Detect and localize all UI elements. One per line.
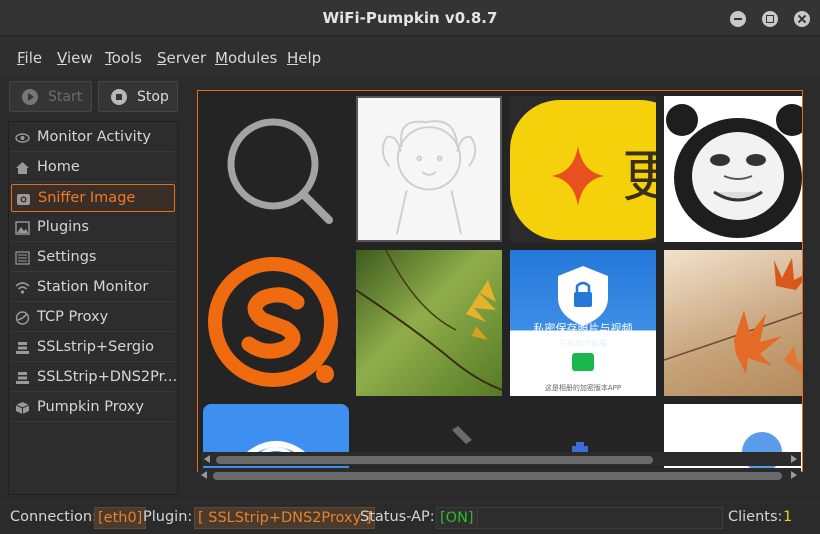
start-label: Start [48, 89, 83, 105]
captured-image-orange-logo[interactable] [203, 250, 349, 396]
captured-image-cartoon[interactable] [356, 96, 502, 242]
captured-image-yellow-app[interactable]: 更 [510, 96, 656, 242]
minimize-icon[interactable] [730, 11, 746, 27]
scroll-left-icon[interactable] [204, 455, 210, 463]
status-ap-value: [ON] [436, 507, 478, 529]
sidebar-item-plugins[interactable]: Plugins [11, 214, 175, 242]
sidebar: Monitor Activity Home Sniffer Image Plug… [8, 121, 178, 495]
home-icon [15, 161, 30, 175]
app-footer: 这是相册的加密版本APP [545, 383, 621, 392]
proxy-icon [15, 311, 30, 325]
server-icon [15, 341, 30, 355]
wifi-icon [15, 281, 30, 295]
sidebar-item-sslstrip-dns2proxy[interactable]: SSLStrip+DNS2Pr... [11, 364, 177, 392]
close-icon[interactable] [794, 11, 810, 27]
menu-bar: File View Tools Server Modules Help [0, 37, 820, 77]
app-title: 私密保存照片与视频 [534, 321, 633, 335]
stop-label: Stop [137, 89, 169, 105]
connection-label: Connection: [10, 509, 97, 525]
title-bar: WiFi-Pumpkin v0.8.7 [0, 0, 820, 36]
connection-value: [eth0] [94, 507, 147, 529]
sidebar-item-home[interactable]: Home [11, 154, 175, 182]
app-char: 更 [622, 145, 656, 210]
cube-icon [15, 401, 30, 415]
menu-modules[interactable]: Modules [215, 49, 277, 67]
menu-view[interactable]: View [57, 49, 93, 67]
clients-label: Clients: [728, 509, 783, 525]
scroll-thumb[interactable] [213, 472, 782, 480]
viewer-scrollbar-inner[interactable] [201, 452, 801, 466]
scroll-left-icon[interactable] [201, 471, 207, 479]
plugin-label: Plugin: [143, 509, 193, 525]
play-icon [22, 89, 38, 105]
sniffer-image-viewer: 更 私密保存照片与视频只有你才能看这是相册的加密版本APP [197, 90, 803, 472]
server-icon [15, 371, 30, 385]
maximize-icon[interactable] [762, 11, 778, 27]
menu-tools[interactable]: Tools [105, 49, 142, 67]
eye-icon [15, 131, 30, 145]
status-ap-label: Status-AP: [360, 509, 435, 525]
menu-file[interactable]: File [17, 49, 42, 67]
sidebar-item-tcp-proxy[interactable]: TCP Proxy [11, 304, 175, 332]
status-progress [477, 507, 723, 529]
sidebar-item-settings[interactable]: Settings [11, 244, 175, 272]
camera-icon [16, 192, 31, 206]
sidebar-item-station-monitor[interactable]: Station Monitor [11, 274, 175, 302]
captured-image-autumn-leaves[interactable] [664, 250, 802, 396]
stop-button[interactable]: Stop [98, 81, 178, 112]
menu-help[interactable]: Help [287, 49, 321, 67]
status-bar: Connection: [eth0] Plugin: [ SSLStrip+DN… [0, 502, 820, 534]
scroll-right-icon[interactable] [791, 471, 797, 479]
app-sub: 只有你才能看 [559, 338, 607, 348]
plugin-value: [ SSLStrip+DNS2Proxy ] [194, 507, 376, 529]
image-icon [15, 221, 30, 235]
captured-image-privacy-app[interactable]: 私密保存照片与视频只有你才能看这是相册的加密版本APP [510, 250, 656, 396]
settings-icon [15, 251, 30, 265]
start-button[interactable]: Start [9, 81, 92, 112]
captured-image-leaf-branch[interactable] [356, 250, 502, 396]
stop-icon [111, 89, 127, 105]
captured-image-search[interactable] [203, 96, 349, 242]
scroll-thumb[interactable] [216, 456, 653, 464]
scroll-right-icon[interactable] [791, 455, 797, 463]
menu-server[interactable]: Server [157, 49, 206, 67]
window-title: WiFi-Pumpkin v0.8.7 [322, 9, 498, 27]
sidebar-item-sslstrip-sergio[interactable]: SSLstrip+Sergio [11, 334, 175, 362]
clients-value: 1 [783, 509, 793, 525]
captured-image-panda[interactable] [664, 96, 802, 242]
sidebar-item-pumpkin-proxy[interactable]: Pumpkin Proxy [11, 394, 175, 422]
viewer-scrollbar-outer[interactable] [198, 468, 801, 483]
sidebar-item-sniffer-image[interactable]: Sniffer Image [11, 184, 175, 212]
sidebar-item-monitor-activity[interactable]: Monitor Activity [11, 124, 175, 152]
